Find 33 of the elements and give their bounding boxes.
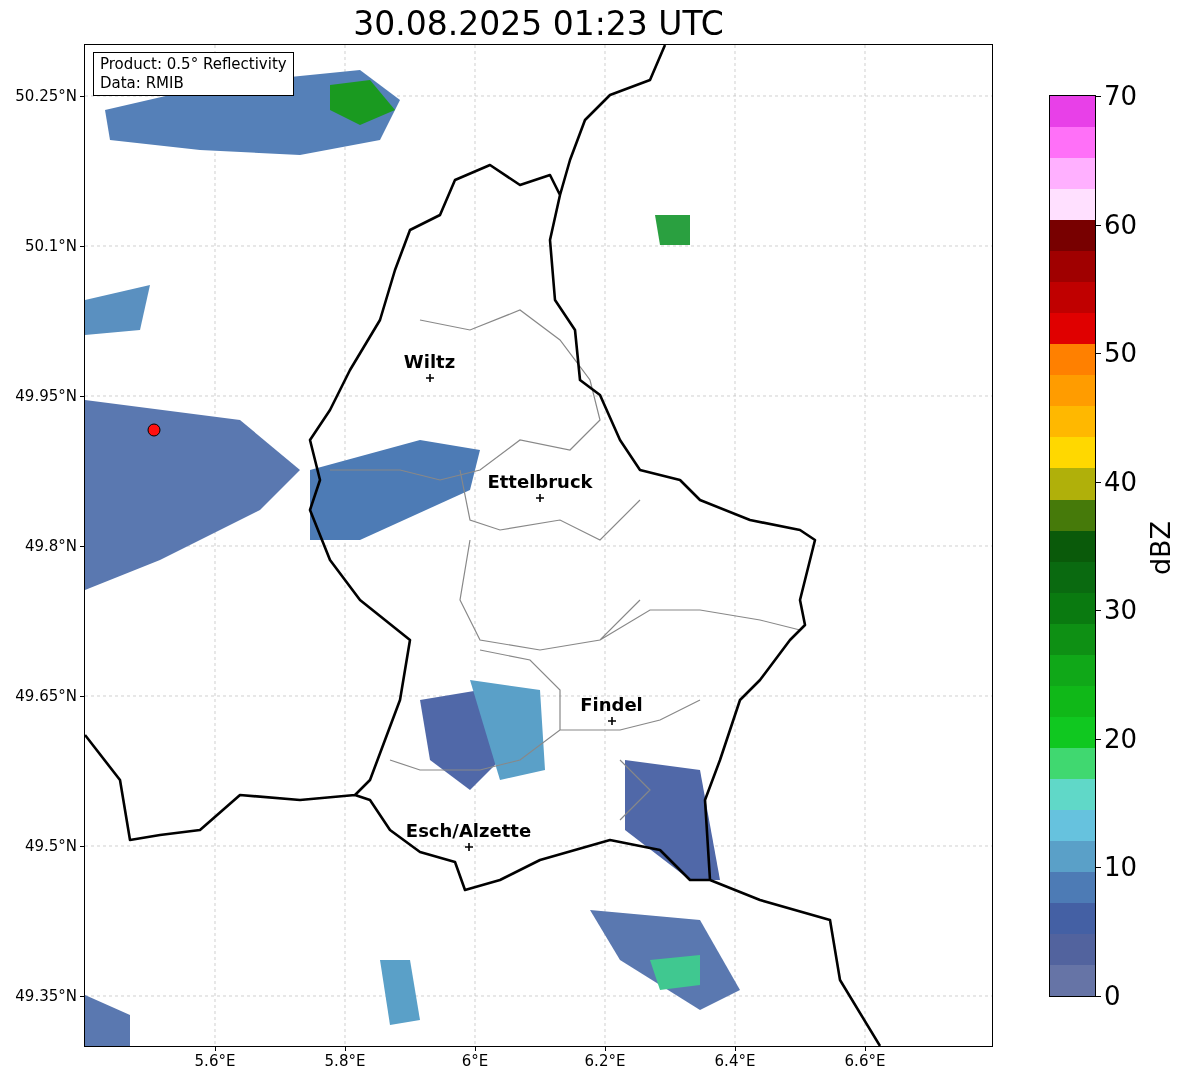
scale-tick-label: 20 (1104, 723, 1138, 754)
chart-title: 30.08.2025 01:23 UTC (352, 4, 725, 44)
axis-tick-label: 6.4°E (714, 1052, 756, 1070)
axis-tick-label: 49.95°N (15, 387, 77, 405)
axis-tick-label: 5.8°E (324, 1052, 366, 1070)
info-text: Data: RMIB (100, 74, 185, 93)
axis-tick-label: 49.35°N (15, 987, 77, 1005)
place-label: Ettelbruck (487, 472, 593, 492)
plus-marker-icon (606, 716, 617, 726)
scale-tick-label: 60 (1104, 209, 1138, 240)
info-text: Product: 0.5° Reflectivity (100, 55, 287, 74)
axis-tick-label: 50.1°N (24, 237, 77, 255)
axis-tick-label: 6.6°E (844, 1052, 886, 1070)
scale-tick-label: 10 (1104, 852, 1138, 883)
place-label: Findel (580, 695, 643, 715)
plus-marker-icon (463, 842, 474, 852)
axis-tick-label: 49.8°N (24, 537, 77, 555)
scale-tick-label: 40 (1104, 466, 1138, 497)
scale-tick-label: 0 (1104, 981, 1121, 1011)
plus-marker-icon (424, 373, 435, 383)
axis-tick-label: 5.6°E (194, 1052, 236, 1070)
scale-tick-label: 50 (1104, 338, 1138, 369)
scale-tick-label: 70 (1104, 81, 1138, 111)
place-label: Esch/Alzette (405, 821, 532, 841)
scale-tick-label: 30 (1104, 595, 1138, 626)
axis-tick-label: 49.65°N (15, 687, 77, 705)
axis-tick-label: 49.5°N (24, 837, 77, 855)
axis-tick-label: 6°E (461, 1052, 489, 1070)
plus-marker-icon (535, 493, 545, 503)
place-label: Wiltz (403, 352, 456, 372)
axis-tick-label: 6.2°E (584, 1052, 626, 1070)
scale-label: dBZ (1144, 520, 1176, 576)
axis-tick-label: 50.25°N (15, 87, 77, 105)
